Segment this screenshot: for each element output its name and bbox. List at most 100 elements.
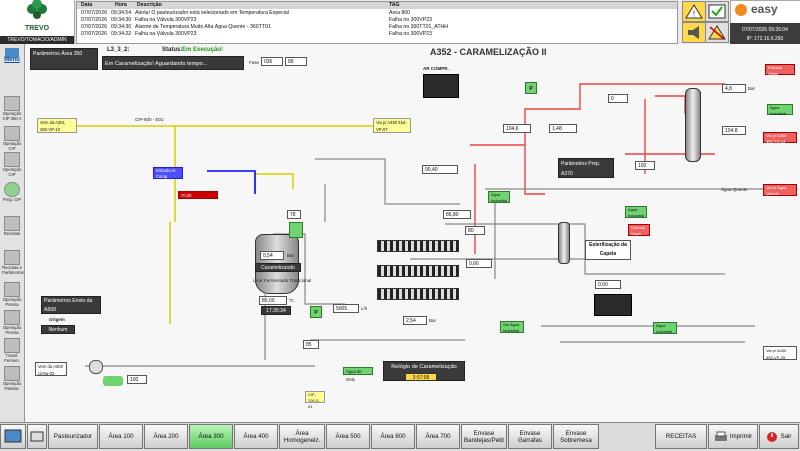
datetime: 07/07/2026 09:35:04 (742, 27, 788, 33)
heat-exchanger-3 (377, 288, 459, 300)
pump-icon[interactable] (89, 360, 103, 374)
vai-a450-box[interactable]: Vai p/ A450 454-VP-07 (373, 118, 411, 133)
status-message: Em Caramelização! Aguardando tempo... (102, 56, 244, 70)
vem-a351-box[interactable]: Vem da A351 250-VP-10 (37, 118, 77, 133)
tank-bar-value: 4,8 (722, 84, 746, 93)
agua-quente-label: Água Quente (721, 187, 748, 192)
nav-item[interactable]: Operação CIP 350 A (2, 96, 22, 121)
footer-btn-pasteurizador[interactable]: Pasteurizador (48, 424, 98, 449)
datetime-panel: 07/07/2026 09:35:04 IP: 172.16.6.250 (730, 23, 800, 44)
footer-btn-envase-garrafas[interactable]: Envase Garrafas (508, 424, 552, 449)
alarm-bell-button[interactable]: ! (682, 1, 706, 22)
menu-button[interactable]: Menu (2, 48, 22, 63)
nav-item[interactable]: Prog. CIP (2, 182, 22, 203)
tank-level-value: 0,54 (260, 251, 284, 260)
user-label: TREVO/TOMACIO/ADMIN (0, 36, 74, 44)
alarm-row[interactable]: 07/07/2026 09:34:54 Alerta! O pasteurizad… (77, 10, 677, 17)
clover-icon (27, 0, 47, 19)
agua-industrial-box-2[interactable]: Água Industrial (488, 191, 510, 203)
caramelizando-label: Caramelizando (255, 263, 301, 272)
tank-capela[interactable] (558, 222, 570, 264)
nav-item[interactable]: Transf. Fermen. (2, 338, 22, 363)
entrada-vapor-box[interactable]: Entrada Vapor (765, 64, 795, 76)
agua-industrial-box-3[interactable]: Água Industrial (625, 206, 647, 218)
footer-btn-homogeneiz[interactable]: Área Homogeneiz. (279, 424, 325, 449)
nav-item[interactable]: Receitas (2, 216, 22, 237)
origem-label: Origem (49, 317, 65, 322)
pressure-value: 2,54 (403, 316, 427, 325)
nav-item[interactable]: Operação CIP (2, 152, 22, 177)
params-prep-button[interactable]: Parâmetros Prep. A370 (558, 158, 614, 178)
sal-industrial-box[interactable]: Sal Água Industrial (500, 321, 524, 333)
footer-btn-area-400[interactable]: Área 400 (234, 424, 278, 449)
footer-btn-area-500[interactable]: Área 500 (326, 424, 370, 449)
horn-button[interactable] (682, 22, 706, 43)
vai-a450b-box[interactable]: Vai p/ A450 455-VP-25 (763, 346, 797, 360)
screen-title: A352 - CARAMELIZAÇÃO II (430, 47, 547, 57)
cip-label: CIP-600 - E01 (135, 117, 164, 122)
alarm-row[interactable]: 07/07/2026 09:34:30 Falha na Válvula 300V… (77, 17, 677, 24)
tank-tq01[interactable] (685, 88, 701, 162)
relogio-value: 3:57:58 (405, 373, 437, 381)
bar-066-value: 0,66 (466, 259, 492, 268)
alarm-row[interactable]: 07/07/2026 09:34:30 Alarme de Temperatura… (77, 24, 677, 31)
entrada-ar-box[interactable]: Entrada Ar Comp. (153, 167, 183, 179)
easy-brand: easy (751, 2, 778, 16)
footer-btn-envase-sobremesa[interactable]: Envase Sobremesa (553, 424, 599, 449)
params-area-350-button[interactable]: Parâmetros Área 350 (30, 48, 98, 70)
pressure-switch-p[interactable]: P (310, 306, 322, 318)
footer-btn-area-600[interactable]: Área 600 (371, 424, 415, 449)
flow-value: 5005 (333, 304, 359, 313)
esterilizacao-label: Esterilização da Capela (585, 240, 631, 260)
overview-button[interactable] (27, 424, 47, 449)
footer-btn-envase-bandejas[interactable]: Envase Bandejas/Petit (461, 424, 507, 449)
params-envio-button[interactable]: Parâmetros Envio da A500 (41, 296, 101, 314)
tank-temp-value: 85,00 (259, 296, 287, 305)
silence-icon (708, 25, 726, 40)
vai-a350-box[interactable]: Vai p/ A350 350-TQ-14 (763, 132, 797, 144)
lh-value: 0,00 (595, 280, 621, 289)
col-data: Data (81, 2, 93, 8)
pump-motor[interactable] (103, 376, 123, 386)
valve-pct-85: 85 (303, 340, 319, 349)
sair-button[interactable]: Sair (759, 424, 799, 449)
silence-button[interactable] (705, 22, 729, 43)
nav-item[interactable]: Operação Prensa (2, 282, 22, 307)
nav-item[interactable]: Receitas e Parâmetros (2, 250, 24, 275)
left-nav: Menu Operação CIP 350 A Operação CIP Ope… (0, 44, 25, 422)
imprimir-button[interactable]: Imprimir (708, 424, 758, 449)
nav-item[interactable]: Operação Pasteur. (2, 366, 22, 391)
col-tag: TAG (389, 2, 400, 8)
agua-gelo-box[interactable]: Água de Gelo (343, 367, 373, 382)
receitas-button[interactable]: RECEITAS (655, 424, 707, 449)
ar-compr-label: AR COMPR. (423, 66, 449, 71)
temp-indicator: 70,00 (178, 191, 218, 199)
footer-btn-area-100[interactable]: Área 100 (99, 424, 143, 449)
nav-item[interactable]: Operação CIP (2, 126, 22, 151)
ar-compr-panel (423, 74, 459, 98)
phase-extra: 89 (285, 57, 307, 66)
cip-icon (4, 152, 20, 167)
easy-logo-icon (735, 4, 747, 16)
acknowledge-button[interactable] (705, 1, 729, 22)
footer-btn-area-200[interactable]: Área 200 (144, 424, 188, 449)
col-descricao: Descrição (137, 2, 162, 8)
svg-text:!: ! (692, 10, 695, 19)
valve-pct-100: 100 (635, 161, 655, 170)
home-button[interactable] (0, 424, 26, 449)
vai-agua-quente-box[interactable]: Vai p/ Água Quente (763, 184, 797, 196)
entrada-vapor-box-2[interactable]: Entrada Vapor (628, 224, 650, 236)
footer-btn-area-700[interactable]: Área 700 (416, 424, 460, 449)
agua-industrial-box[interactable]: Água Industrial (767, 104, 793, 116)
alarm-row[interactable]: 07/07/2026 09:34:22 Falha na Válvula 300V… (77, 31, 677, 38)
cip-icon (4, 126, 20, 141)
phase-label: Fase (249, 60, 260, 65)
vem-a300-box[interactable]: Vem da A300 Linha-02 (35, 362, 67, 376)
nav-item[interactable]: Operação Prensa (2, 310, 22, 335)
alarm-table[interactable]: Data Hora Descrição TAG 07/07/2026 09:34:… (76, 1, 678, 44)
footer-btn-area-300[interactable]: Área 300 (189, 424, 233, 449)
cip-700-box[interactable]: CIP-700 S-01 (305, 391, 325, 409)
agua-industrial-box-4[interactable]: Água Industrial (653, 322, 677, 334)
pressure-switch-p2[interactable]: P (525, 82, 537, 94)
mixer-motor[interactable] (289, 222, 303, 238)
